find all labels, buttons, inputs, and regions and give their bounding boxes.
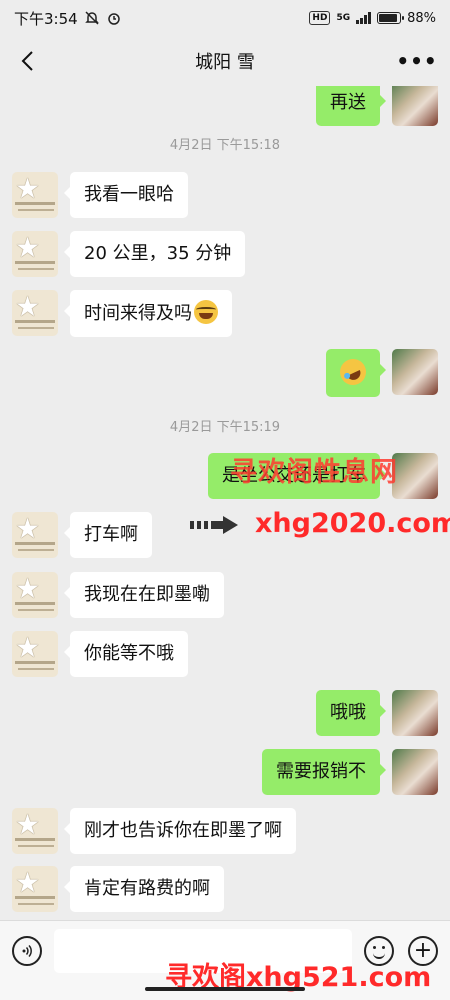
message-outgoing: 再送 [316, 86, 438, 126]
message-incoming: ★ 刚才也告诉你在即墨了啊 [12, 808, 296, 854]
message-bubble[interactable]: 打车啊 [64, 512, 152, 558]
message-text: 肯定有路费的啊 [84, 878, 210, 899]
contact-avatar[interactable]: ★ [12, 231, 58, 277]
mute-icon [84, 11, 99, 25]
message-incoming: ★ 打车啊 [12, 512, 152, 558]
contact-avatar[interactable]: ★ [12, 572, 58, 618]
message-incoming: ★ 我看一眼哈 [12, 172, 188, 218]
my-avatar[interactable] [392, 690, 438, 736]
chat-header: 城阳 雪 ••• [0, 36, 450, 86]
message-bubble[interactable]: 我现在在即墨嘞 [64, 572, 224, 618]
contact-avatar[interactable]: ★ [12, 808, 58, 854]
voice-button[interactable] [12, 936, 42, 966]
more-dots-icon: ••• [396, 49, 438, 73]
message-outgoing [326, 349, 438, 397]
message-bubble[interactable]: 我看一眼哈 [64, 172, 188, 218]
timestamp: 4月2日 下午15:18 [169, 138, 281, 153]
message-text: 我现在在即墨嘞 [84, 584, 210, 605]
message-incoming: ★ 我现在在即墨嘞 [12, 572, 224, 618]
message-text: 刚才也告诉你在即墨了啊 [84, 820, 282, 841]
contact-avatar[interactable]: ★ [12, 290, 58, 336]
message-incoming: ★ 20 公里，35 分钟 [12, 231, 246, 277]
message-list[interactable]: 再送 4月2日 下午15:18 ★ 我看一眼哈 ★ 20 公里，35 分钟 ★ … [0, 86, 450, 920]
contact-avatar[interactable]: ★ [12, 512, 58, 558]
my-avatar[interactable] [392, 86, 438, 126]
message-bubble[interactable]: 刚才也告诉你在即墨了啊 [64, 808, 296, 854]
message-outgoing: 需要报销不 [262, 749, 438, 795]
message-incoming: ★ 你能等不哦 [12, 631, 188, 677]
network-label: 5G [336, 13, 351, 23]
chevron-left-icon [21, 51, 33, 71]
battery-percent: 88% [407, 10, 436, 26]
battery-icon [377, 12, 405, 24]
laughing-tears-emoji [335, 354, 371, 390]
laughing-emoji [194, 300, 218, 324]
message-text: 你能等不哦 [84, 643, 174, 664]
alarm-icon [107, 13, 120, 25]
my-avatar[interactable] [392, 349, 438, 395]
more-button[interactable]: ••• [396, 46, 436, 76]
message-bubble[interactable]: 你能等不哦 [64, 631, 188, 677]
signal-icon [356, 12, 372, 24]
status-bar: 下午3:54 HD 5G 88% [0, 0, 450, 36]
message-incoming: ★ 时间来得及吗 [12, 290, 232, 337]
message-bubble[interactable]: 时间来得及吗 [64, 290, 232, 337]
watermark-text: 寻欢阁性息网 [230, 457, 398, 488]
contact-avatar[interactable]: ★ [12, 631, 58, 677]
message-bubble[interactable] [326, 349, 386, 397]
voice-icon [22, 944, 32, 958]
home-indicator[interactable] [145, 987, 305, 991]
message-text: 时间来得及吗 [84, 303, 192, 324]
my-avatar[interactable] [392, 453, 438, 499]
chat-title: 城阳 雪 [195, 52, 255, 73]
watermark-url: xhg2020.com [255, 508, 450, 539]
message-text: 哦哦 [330, 702, 366, 723]
message-bubble[interactable]: 哦哦 [316, 690, 386, 736]
message-bubble[interactable]: 肯定有路费的啊 [64, 866, 224, 912]
message-text: 需要报销不 [276, 761, 366, 782]
message-text: 再送 [330, 92, 366, 113]
message-bubble[interactable]: 20 公里，35 分钟 [63, 231, 246, 277]
message-text: 打车啊 [84, 524, 138, 545]
message-bubble[interactable]: 再送 [316, 86, 386, 126]
hd-badge: HD [309, 11, 331, 25]
message-outgoing: 哦哦 [316, 690, 438, 736]
arrow-right-icon [190, 516, 238, 534]
back-button[interactable] [12, 46, 42, 76]
status-time: 下午3:54 [14, 9, 78, 28]
message-text: 我看一眼哈 [84, 184, 174, 205]
message-incoming: ★ 肯定有路费的啊 [12, 866, 224, 912]
message-bubble[interactable]: 需要报销不 [262, 749, 386, 795]
message-text: 20 公里，35 分钟 [84, 243, 232, 264]
contact-avatar[interactable]: ★ [12, 866, 58, 912]
timestamp: 4月2日 下午15:19 [169, 420, 281, 435]
contact-avatar[interactable]: ★ [12, 172, 58, 218]
my-avatar[interactable] [392, 749, 438, 795]
